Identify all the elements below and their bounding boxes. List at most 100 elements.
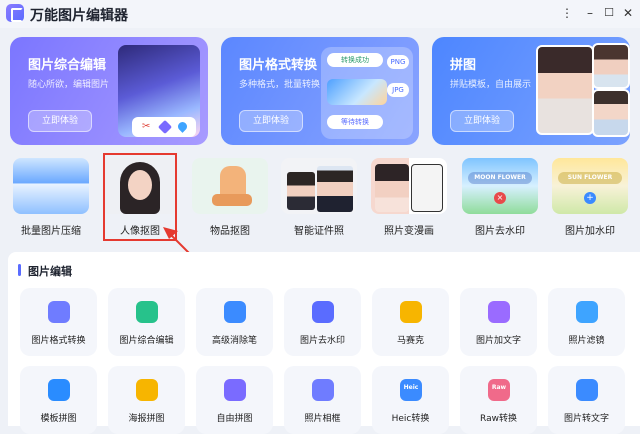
id-photo-thumb [281,158,357,214]
remove-watermark-thumb: MOON FLOWER × [462,158,538,214]
id-photo-left [287,172,315,210]
batch-compress-thumb [13,158,89,214]
add-watermark-thumb: SUN FLOWER + [552,158,628,214]
add-icon: + [584,192,596,204]
scissors-icon: ✂ [142,121,151,132]
grid-item-label: 模板拼图 [40,414,77,424]
maximize-button[interactable]: ☐ [601,6,617,20]
tool-id-photo[interactable]: 智能证件照 [277,154,361,240]
grid-item-label: 图片综合编辑 [119,336,174,346]
grid-item-ocr[interactable]: 图片转文字 [548,366,625,434]
tool-label: 物品抠图 [210,226,250,237]
try-now-button[interactable]: 立即体验 [450,110,514,132]
collage-photo-top [592,43,630,89]
try-now-button[interactable]: 立即体验 [239,110,303,132]
grid-item-label: Heic转换 [391,414,430,424]
section-title: 图片编辑 [28,265,72,278]
grid-item-label: 自由拼图 [216,414,253,424]
convert-chip-waiting: 等待转换 [327,115,383,129]
tool-object-cutout[interactable]: 物品抠图 [188,154,272,240]
close-button[interactable]: ✕ [620,6,636,20]
app-title: 万能图片编辑器 [30,8,128,24]
card-title: 图片综合编辑 [28,58,107,73]
grid-item-label: 马赛克 [396,336,424,346]
tool-label: 批量图片压缩 [21,226,81,237]
app-logo-icon [6,4,24,22]
watermark-text: MOON FLOWER [468,172,532,184]
section-accent-bar [18,264,21,276]
id-photo-right [317,166,353,212]
eraser-icon [224,301,246,323]
raw-icon-text: Raw [491,384,507,391]
card-image-edit[interactable]: 图片综合编辑 随心所欲，编辑图片 立即体验 ✂ [10,37,208,145]
filter-icon [576,301,598,323]
text-icon [488,301,510,323]
remove-icon: × [494,192,506,204]
format-jpg-badge: JPG [387,83,409,97]
grid-item-frame[interactable]: 照片相框 [284,366,361,434]
tool-label: 图片去水印 [475,226,525,237]
drop-icon [312,301,334,323]
tools-strip: 批量图片压缩 人像抠图 物品抠图 智能证件照 照片变漫画 MOON FLOWER [0,154,640,240]
card-subtitle: 多种格式，批量转换 [239,80,321,90]
card-collage[interactable]: 拼图 拼贴模板，自由展示 立即体验 [432,37,630,145]
grid-item-label: 图片加文字 [475,336,521,346]
thumb-landscape [327,79,387,105]
grid-item-convert[interactable]: 图片格式转换 [20,288,97,356]
grid-item-eraser[interactable]: 高级消除笔 [196,288,273,356]
grid-item-label: Raw转换 [480,414,517,424]
tool-remove-watermark[interactable]: MOON FLOWER × 图片去水印 [458,154,542,240]
tool-add-watermark[interactable]: SUN FLOWER + 图片加水印 [548,154,632,240]
puzzle-icon [224,379,246,401]
cartoon-photo [375,164,409,212]
try-now-button[interactable]: 立即体验 [28,110,92,132]
watermark-text: SUN FLOWER [558,172,622,184]
grid-item-puzzle[interactable]: 自由拼图 [196,366,273,434]
highlight-box [103,153,177,241]
grid-item-label: 高级消除笔 [211,336,257,346]
convert-icon [48,301,70,323]
tool-label: 图片加水印 [565,226,615,237]
grid-item-label: 照片相框 [304,414,341,424]
collage-photo-main [536,45,594,135]
template-icon [48,379,70,401]
tool-photo-to-cartoon[interactable]: 照片变漫画 [367,154,451,240]
edit-icon [136,301,158,323]
cartoon-thumb [371,158,447,214]
grid-item-label: 图片格式转换 [31,336,86,346]
card-format-convert[interactable]: 图片格式转换 多种格式，批量转换 立即体验 转换成功 JPG PNG 等待转换 [221,37,419,145]
grid-item-label: 图片转文字 [563,414,609,424]
tool-label: 照片变漫画 [384,226,434,237]
grid-item-heic[interactable]: Heic Heic转换 [372,366,449,434]
poster-icon [136,379,158,401]
heic-icon-text: Heic [403,384,419,391]
tool-batch-compress[interactable]: 批量图片压缩 [9,154,93,240]
tool-label: 智能证件照 [294,226,344,237]
image-edit-section: 图片编辑 图片格式转换 图片综合编辑 高级消除笔 图片去水印 马赛克 图片加文字 照片滤镜模… [8,252,640,434]
grid-item-label: 照片滤镜 [568,336,605,346]
frame-icon [312,379,334,401]
grid-item-poster[interactable]: 海报拼图 [108,366,185,434]
ocr-icon [576,379,598,401]
cartoon-sketch [411,164,443,212]
grid-item-mosaic[interactable]: 马赛克 [372,288,449,356]
grid-item-label: 海报拼图 [128,414,165,424]
grid-item-edit[interactable]: 图片综合编辑 [108,288,185,356]
options-button[interactable]: ⋮ [559,6,575,20]
grid-item-drop[interactable]: 图片去水印 [284,288,361,356]
card-subtitle: 随心所欲，编辑图片 [28,80,110,90]
convert-chip-success: 转换成功 [327,53,383,67]
minimize-button[interactable]: – [582,6,598,20]
card-title: 图片格式转换 [239,58,318,73]
card-subtitle: 拼贴模板，自由展示 [450,80,532,90]
grid-item-template[interactable]: 模板拼图 [20,366,97,434]
title-bar: 万能图片编辑器 ⋮ – ☐ ✕ [0,0,640,28]
raw-icon: Raw [488,379,510,401]
format-png-badge: PNG [387,55,409,69]
grid-item-label: 图片去水印 [299,336,345,346]
collage-photo-bottom [592,89,630,137]
grid-item-filter[interactable]: 照片滤镜 [548,288,625,356]
grid-item-text[interactable]: 图片加文字 [460,288,537,356]
grid-item-raw[interactable]: Raw Raw转换 [460,366,537,434]
chair-thumb [192,158,268,214]
